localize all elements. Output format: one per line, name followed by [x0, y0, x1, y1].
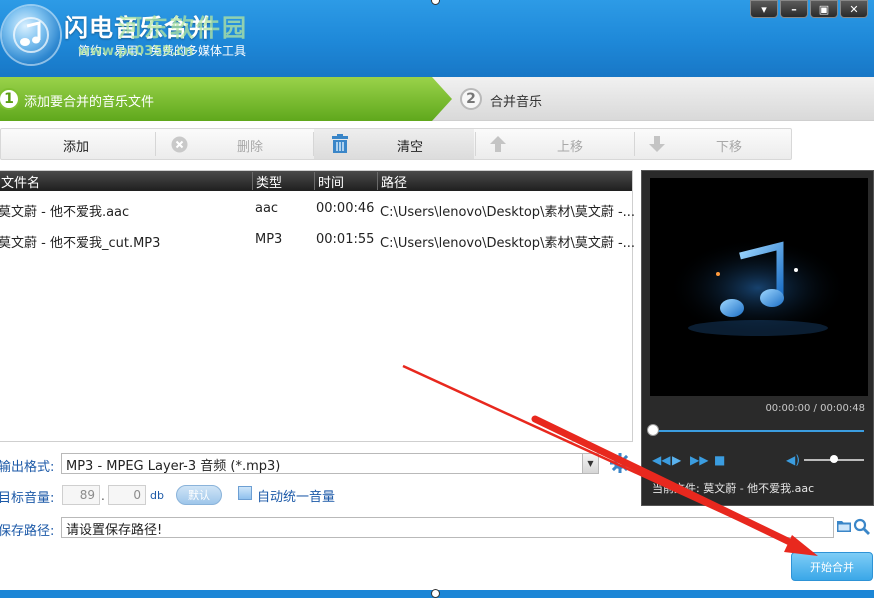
- save-path-input[interactable]: 请设置保存路径!: [61, 517, 834, 538]
- app-header: 闪电音乐合并 河东软件园 简约、易用、免费的多媒体工具 www.pc0359.c…: [0, 0, 874, 77]
- seek-bar[interactable]: [652, 430, 864, 432]
- volume-dec-input[interactable]: 0: [108, 485, 146, 505]
- close-button[interactable]: ✕: [840, 0, 868, 18]
- clear-button[interactable]: 清空: [314, 129, 474, 159]
- volume-icon[interactable]: ◀): [786, 453, 800, 467]
- menu-dropdown-button[interactable]: ▾: [750, 0, 778, 18]
- file-list[interactable]: 文件名 类型 时间 路径 莫文蔚 - 他不爱我.aac aac 00:00:46…: [0, 170, 636, 442]
- step-add-files[interactable]: 1 添加要合并的音乐文件: [0, 77, 452, 121]
- delete-button-label: 删除: [237, 140, 264, 155]
- current-file-label: 当前文件: 莫文蔚 - 他不爱我.aac: [652, 482, 815, 495]
- auto-volume-label: 自动统一音量: [257, 490, 336, 505]
- add-button[interactable]: 添加: [1, 129, 154, 159]
- player-screen: [650, 178, 868, 396]
- volume-label: 目标音量:: [0, 491, 55, 506]
- format-label: 输出格式:: [0, 460, 55, 475]
- row-path: C:\Users\lenovo\Desktop\素材\莫文蔚 -...: [380, 236, 636, 251]
- move-down-button[interactable]: 下移: [635, 129, 792, 159]
- delete-icon: [171, 136, 188, 153]
- gear-icon[interactable]: [609, 452, 631, 474]
- format-value: MP3 - MPEG Layer-3 音频 (*.mp3): [66, 459, 281, 474]
- steps-bar: 1 添加要合并的音乐文件 2 合并音乐: [0, 77, 874, 121]
- column-filename[interactable]: 文件名: [0, 172, 40, 191]
- default-button[interactable]: 默认: [176, 485, 222, 505]
- volume-decimal-point: .: [101, 489, 105, 503]
- minimize-button[interactable]: –: [780, 0, 808, 18]
- auto-volume-checkbox[interactable]: [238, 486, 252, 500]
- file-toolbar: 添加 删除 清空 上移 下移: [0, 128, 792, 160]
- chevron-down-icon[interactable]: ▼: [582, 454, 598, 473]
- delete-button[interactable]: 删除: [157, 129, 312, 159]
- window-controls: ▾ – ▣ ✕: [750, 0, 868, 18]
- prev-icon[interactable]: ◀◀: [652, 453, 670, 467]
- table-row[interactable]: 莫文蔚 - 他不爱我_cut.MP3 MP3 00:01:55 C:\Users…: [0, 224, 636, 255]
- row-type: MP3: [255, 232, 283, 247]
- play-icon[interactable]: ▶: [672, 453, 681, 467]
- player-panel: 00:00:00 / 00:00:48 ◀◀ ▶ ▶▶ ■ ◀) 当前文件: 莫…: [641, 170, 874, 506]
- resize-handle-bottom[interactable]: [431, 589, 440, 598]
- row-time: 00:00:46: [316, 201, 375, 216]
- seek-handle[interactable]: [647, 424, 659, 436]
- column-type[interactable]: 类型: [252, 172, 282, 191]
- row-time: 00:01:55: [316, 232, 375, 247]
- arrow-down-icon: [649, 136, 665, 152]
- volume-handle[interactable]: [830, 455, 838, 463]
- move-up-button[interactable]: 上移: [476, 129, 633, 159]
- music-visual-icon: [668, 238, 848, 338]
- save-path-label: 保存路径:: [0, 524, 55, 539]
- column-path[interactable]: 路径: [377, 172, 407, 191]
- column-time[interactable]: 时间: [314, 172, 344, 191]
- row-filename: 莫文蔚 - 他不爱我_cut.MP3: [0, 236, 161, 251]
- move-down-button-label: 下移: [716, 140, 743, 155]
- player-time: 00:00:00 / 00:00:48: [765, 403, 865, 414]
- row-filename: 莫文蔚 - 他不爱我.aac: [0, 205, 130, 220]
- add-button-label: 添加: [63, 140, 90, 155]
- save-path-value: 请设置保存路径!: [66, 523, 163, 538]
- maximize-button[interactable]: ▣: [810, 0, 838, 18]
- move-up-button-label: 上移: [557, 140, 584, 155]
- trash-icon: [332, 134, 348, 153]
- format-select[interactable]: MP3 - MPEG Layer-3 音频 (*.mp3) ▼: [61, 453, 599, 474]
- row-type: aac: [255, 201, 279, 216]
- app-logo: [2, 6, 60, 64]
- music-note-icon: [13, 17, 49, 53]
- next-icon[interactable]: ▶▶: [690, 453, 708, 467]
- start-merge-button[interactable]: 开始合并: [791, 552, 873, 581]
- search-icon[interactable]: [853, 518, 871, 536]
- stop-icon[interactable]: ■: [714, 453, 725, 467]
- folder-icon[interactable]: [836, 519, 852, 533]
- volume-int-input[interactable]: 89: [62, 485, 100, 505]
- watermark-url: www.pc0359.cn: [78, 44, 194, 59]
- volume-unit: db: [150, 489, 164, 502]
- step2-label: 合并音乐: [490, 95, 543, 110]
- file-list-header: 文件名 类型 时间 路径: [0, 171, 632, 191]
- table-row[interactable]: 莫文蔚 - 他不爱我.aac aac 00:00:46 C:\Users\len…: [0, 193, 636, 224]
- watermark-text: 河东软件园: [118, 14, 248, 42]
- step2-number: 2: [460, 88, 482, 110]
- step1-label: 添加要合并的音乐文件: [24, 95, 155, 110]
- arrow-up-icon: [490, 136, 506, 152]
- row-path: C:\Users\lenovo\Desktop\素材\莫文蔚 -...: [380, 205, 636, 220]
- clear-button-label: 清空: [397, 140, 424, 155]
